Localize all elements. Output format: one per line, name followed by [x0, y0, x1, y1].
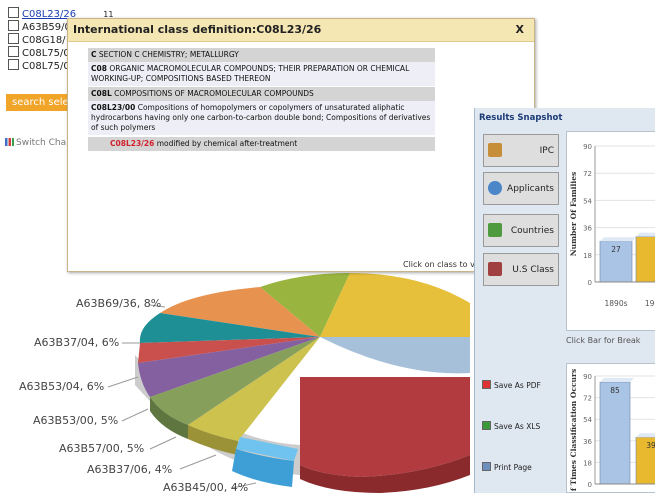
save-as-xls-button[interactable]: Save As XLS [482, 421, 562, 433]
bar-value-label: 85 [610, 386, 620, 395]
hierarchy-row-selected: C08L23/26 modified by chemical after-tre… [88, 137, 435, 151]
book-icon [488, 143, 502, 157]
pie-label: A63B69/36, 8% [76, 297, 162, 310]
hierarchy-text: Compositions of homopolymers or copolyme… [91, 103, 431, 132]
hierarchy-row: C08L23/00 Compositions of homopolymers o… [88, 101, 435, 135]
occurrence-chart-svg: f Times Classification Occurs 0 18 36 54 72 90… [569, 369, 655, 491]
class-row[interactable]: C08L75/0 [8, 46, 70, 59]
pie-label: A63B37/06, 4% [87, 463, 173, 476]
switch-chart-label: Switch Cha [16, 138, 67, 148]
hierarchy-code: C08L [91, 89, 112, 98]
x-tick-label: 1890s [605, 299, 628, 308]
class-checkbox[interactable] [8, 7, 19, 18]
class-row[interactable]: A63B59/0 [8, 20, 71, 33]
occurrence-chart: f Times Classification Occurs 0 18 36 54 72 90… [566, 363, 655, 493]
class-checkbox[interactable] [8, 20, 19, 31]
class-code: A63B59/0 [22, 22, 71, 33]
bar-chart-icon [5, 138, 14, 146]
class-code: C08L75/0 [22, 48, 70, 59]
x-tick-label: 190 [645, 299, 655, 308]
popup-header: International class definition:C08L23/26… [68, 19, 534, 42]
bar[interactable] [635, 236, 655, 283]
y-tick-label: 72 [583, 170, 592, 178]
y-axis-label: f Times Classification Occurs [569, 369, 578, 491]
hierarchy-text: SECTION C CHEMISTRY; METALLURGY [98, 50, 239, 59]
countries-button[interactable]: Countries [483, 214, 559, 247]
applicants-button[interactable]: Applicants [483, 172, 559, 205]
book-icon [488, 262, 502, 276]
bar-top [600, 237, 636, 242]
y-axis-label: Number Of Families [569, 172, 578, 256]
class-code: C08G18/ [22, 35, 66, 46]
families-chart: Number Of Families 0 18 36 54 72 90 27 1890s 190 [566, 131, 655, 331]
popup-title: International class definition:C08L23/26 [73, 23, 322, 36]
y-tick-label: 36 [583, 225, 592, 233]
class-code: C08L75/0 [22, 61, 70, 72]
y-tick-label: 18 [583, 252, 592, 260]
families-chart-svg: Number Of Families 0 18 36 54 72 90 27 1890s 190 [569, 143, 655, 308]
pdf-icon [482, 380, 491, 389]
hierarchy-row: C08 ORGANIC MACROMOLECULAR COMPOUNDS; TH… [88, 62, 435, 86]
pie-label: A63B53/04, 6% [19, 380, 105, 393]
snapshot-title: Results Snapshot [479, 113, 563, 123]
hierarchy-text: COMPOSITIONS OF MACROMOLECULAR COMPOUNDS [114, 89, 314, 98]
y-tick-label: 54 [583, 416, 592, 424]
bar-top [636, 433, 655, 438]
results-snapshot-panel: Results Snapshot IPC Applicants Countrie… [474, 108, 655, 493]
hierarchy-row: C SECTION C CHEMISTRY; METALLURGY [88, 48, 435, 62]
switch-chart-button[interactable]: Switch Cha [5, 138, 66, 148]
chart-caption: Click Bar for Break [566, 336, 641, 345]
xls-icon [482, 421, 491, 430]
y-tick-label: 0 [588, 481, 592, 489]
us-class-button[interactable]: U.S Class [483, 253, 559, 286]
y-tick-label: 90 [583, 373, 592, 381]
class-checkbox[interactable] [8, 46, 19, 57]
ipc-button[interactable]: IPC [483, 134, 559, 167]
class-row[interactable]: C08L75/0 [8, 59, 70, 72]
bar-top [636, 232, 655, 237]
bar-value-label: 27 [611, 245, 621, 254]
hierarchy-text: modified by chemical after-treatment [156, 139, 298, 148]
print-page-button[interactable]: Print Page [482, 462, 562, 474]
pie-label: A63B45/00, 4% [163, 481, 249, 494]
bar[interactable] [599, 381, 631, 485]
bar-top [600, 378, 634, 382]
y-tick-label: 72 [583, 395, 592, 403]
pie-slice[interactable] [300, 377, 470, 477]
hierarchy-row: C08L COMPOSITIONS OF MACROMOLECULAR COMP… [88, 87, 435, 101]
hierarchy-code: C08 [91, 64, 107, 73]
y-tick-label: 18 [583, 459, 592, 467]
hierarchy-code: C [91, 50, 97, 59]
y-tick-label: 0 [588, 279, 592, 287]
people-icon [488, 181, 502, 195]
bar-value-label: 39 [646, 441, 655, 450]
class-definition-popup: International class definition:C08L23/26… [67, 18, 535, 272]
close-icon[interactable]: X [516, 19, 524, 41]
pie-label: A63B37/04, 6% [34, 336, 120, 349]
y-tick-label: 54 [583, 197, 592, 205]
hierarchy-code: C08L23/00 [91, 103, 136, 112]
class-row[interactable]: C08G18/ [8, 33, 66, 46]
y-tick-label: 36 [583, 438, 592, 446]
flags-icon [488, 223, 502, 237]
hierarchy-code: C08L23/26 [110, 139, 155, 148]
save-as-pdf-button[interactable]: Save As PDF [482, 380, 562, 392]
popup-footer: Click on class to vi [403, 260, 478, 269]
class-checkbox[interactable] [8, 59, 19, 70]
class-checkbox[interactable] [8, 33, 19, 44]
pie-slice[interactable] [320, 337, 470, 374]
hierarchy-text: ORGANIC MACROMOLECULAR COMPOUNDS; THEIR … [91, 64, 410, 83]
pie-label: A63B53/00, 5% [33, 414, 119, 427]
pie-label: A63B57/00, 5% [59, 442, 145, 455]
y-tick-label: 90 [583, 143, 592, 151]
printer-icon [482, 462, 491, 471]
